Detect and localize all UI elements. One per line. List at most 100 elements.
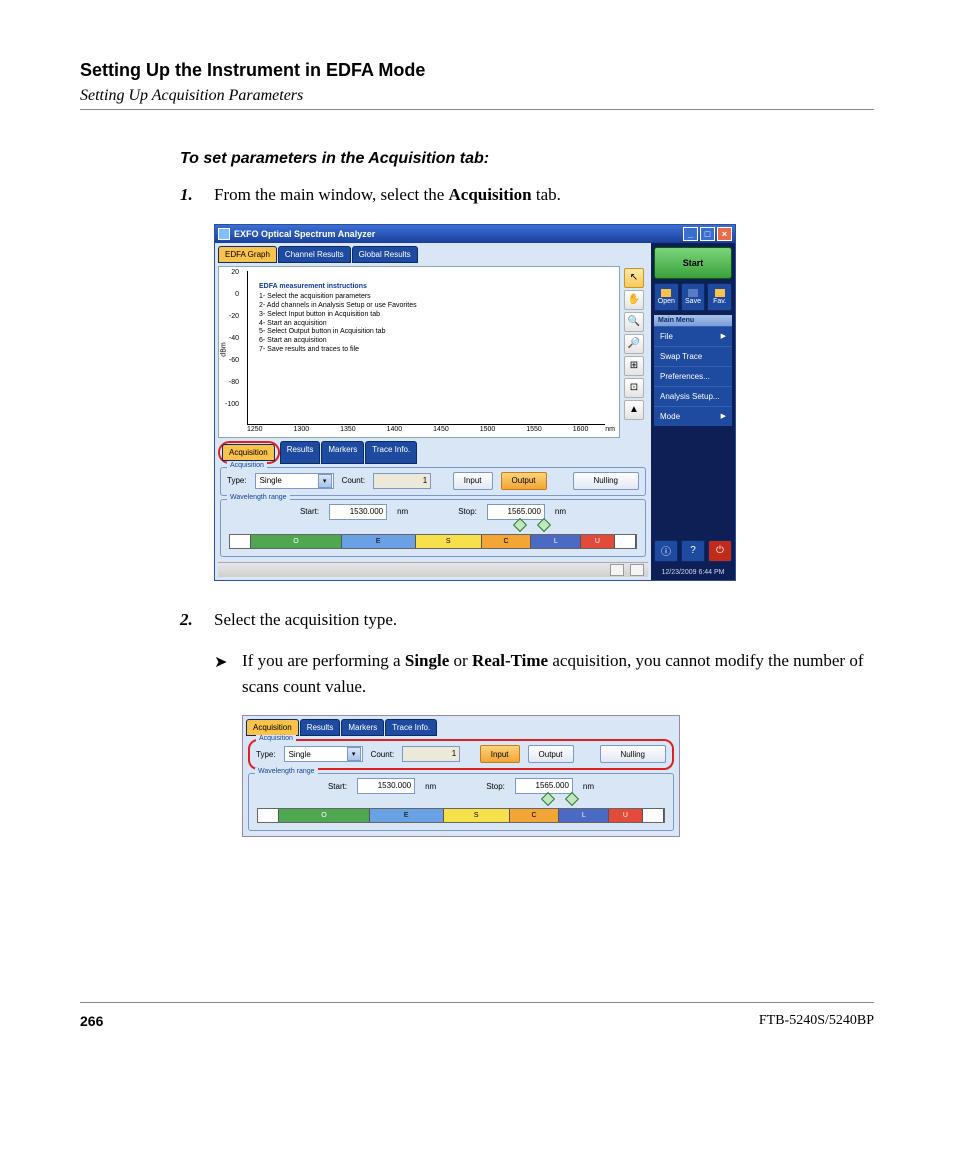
timestamp: 12/23/2009 6:44 PM [654,566,732,576]
menu-preferences[interactable]: Preferences... [654,366,732,386]
type-combo[interactable]: Single ▾ [255,473,334,489]
zoom-region-icon[interactable]: ⊞ [624,356,644,376]
zoom-fit-icon[interactable]: ⊡ [624,378,644,398]
tab-acquisition[interactable]: Acquisition [222,444,275,461]
x-tick: 1250 [247,426,263,433]
menu-swap-trace[interactable]: Swap Trace [654,346,732,366]
status-icon [610,564,624,576]
count-label: Count: [342,476,366,485]
range-marker-stop[interactable] [565,792,579,806]
tab-trace-info[interactable]: Trace Info. [365,441,417,464]
info-button[interactable]: ⓘ [654,540,678,562]
input-button[interactable]: Input [453,472,493,490]
procedure-title: To set parameters in the Acquisition tab… [180,150,874,168]
range-marker-start[interactable] [541,792,555,806]
tab-results[interactable]: Results [280,441,321,464]
open-button[interactable]: Open [654,283,679,311]
count-field: 1 [373,473,431,489]
fav-button[interactable]: Fav. [707,283,732,311]
wavelength-legend: Wavelength range [255,768,318,775]
tab-edfa-graph[interactable]: EDFA Graph [218,246,277,263]
stop-label: Stop: [486,782,505,791]
start-field[interactable]: 1530.000 [329,504,387,520]
unit: nm [425,782,436,791]
band-s: S [416,535,482,548]
input-button[interactable]: Input [480,745,520,763]
band-o: O [279,809,369,822]
menu-label: Preferences... [660,372,710,381]
app-icon [218,228,230,240]
instruction-line: 7- Save results and traces to file [259,346,417,355]
text: tab. [532,185,561,204]
tab-channel-results[interactable]: Channel Results [278,246,351,263]
count-label: Count: [371,750,395,759]
save-icon [688,289,698,297]
maximize-button[interactable]: □ [700,227,715,241]
save-button[interactable]: Save [681,283,706,311]
y-tick: -20 [221,313,239,320]
instruction-line: 6- Start an acquisition [259,337,417,346]
menu-label: File [660,332,673,341]
chevron-down-icon[interactable]: ▾ [318,474,332,488]
menu-file[interactable]: File ▶ [654,326,732,346]
start-field[interactable]: 1530.000 [357,778,415,794]
wavelength-legend: Wavelength range [227,494,290,501]
nulling-button[interactable]: Nulling [600,745,666,763]
help-button[interactable]: ? [681,540,705,562]
stop-field[interactable]: 1565.000 [487,504,545,520]
instruction-line: 4- Start an acquisition [259,320,417,329]
statusbar [218,562,648,577]
marker-tool-icon[interactable]: ▲ [624,400,644,420]
type-value: Single [289,750,311,759]
y-tick: -40 [221,335,239,342]
menu-label: Swap Trace [660,352,702,361]
type-combo[interactable]: Single ▾ [284,746,363,762]
menu-analysis-setup[interactable]: Analysis Setup... [654,386,732,406]
section-subtitle: Setting Up Acquisition Parameters [80,87,874,105]
x-tick: 1350 [340,426,356,433]
tab-markers[interactable]: Markers [321,441,364,464]
bullet-text: If you are performing a Single or Real-T… [242,648,874,699]
tab-acquisition[interactable]: Acquisition [246,719,299,736]
tab-markers[interactable]: Markers [341,719,384,736]
open-icon [661,289,671,297]
tools-column: ↖ ✋ 🔍 🔎 ⊞ ⊡ ▲ [622,266,648,438]
band-e: E [342,535,416,548]
band-u: U [609,809,642,822]
hand-tool-icon[interactable]: ✋ [624,290,644,310]
document-id: FTB-5240S/5240BP [759,1013,874,1029]
stop-label: Stop: [458,507,477,516]
nulling-button[interactable]: Nulling [573,472,639,490]
band-e: E [370,809,444,822]
titlebar: EXFO Optical Spectrum Analyzer _ □ × [215,225,735,243]
x-tick: 1550 [526,426,542,433]
zoom-in-icon[interactable]: 🔍 [624,312,644,332]
stop-field[interactable]: 1565.000 [515,778,573,794]
type-value: Single [260,476,282,485]
arrow-bullet-icon: ➤ [214,648,242,699]
text: From the main window, select the [214,185,449,204]
tab-trace-info[interactable]: Trace Info. [385,719,437,736]
chevron-down-icon[interactable]: ▾ [347,747,361,761]
tab-global-results[interactable]: Global Results [352,246,418,263]
close-button[interactable]: × [717,227,732,241]
output-button[interactable]: Output [501,472,547,490]
type-label: Type: [227,476,247,485]
cursor-tool-icon[interactable]: ↖ [624,268,644,288]
instruction-line: 3- Select Input button in Acquisition ta… [259,311,417,320]
menu-mode[interactable]: Mode▶ [654,406,732,426]
power-button[interactable]: ⏻ [708,540,732,562]
screenshot-1: EXFO Optical Spectrum Analyzer _ □ × EDF… [214,224,874,581]
start-button[interactable]: Start [654,247,732,279]
minimize-button[interactable]: _ [683,227,698,241]
output-button[interactable]: Output [528,745,574,763]
unit: nm [397,507,408,516]
x-unit: nm [605,426,615,433]
wavelength-group: Wavelength range Start: 1530.000 nm Stop… [220,499,646,557]
y-tick: -100 [221,401,239,408]
range-marker-stop[interactable] [537,517,551,531]
zoom-out-icon[interactable]: 🔎 [624,334,644,354]
tab-results[interactable]: Results [300,719,341,736]
range-marker-start[interactable] [513,517,527,531]
chevron-right-icon: ▶ [721,332,726,340]
